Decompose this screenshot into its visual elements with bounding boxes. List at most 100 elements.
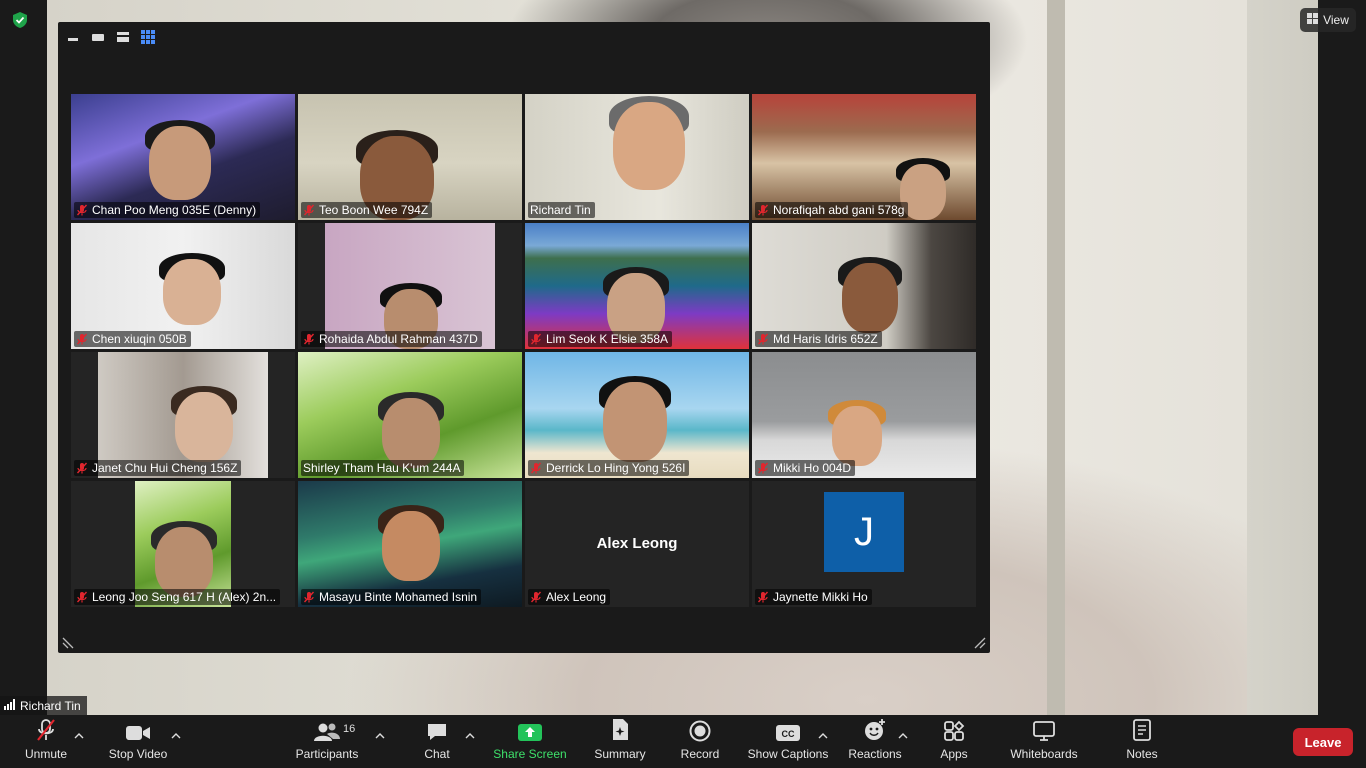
chat-options-chevron-icon[interactable] — [465, 727, 475, 739]
grid-view-icon — [1307, 13, 1319, 27]
participant-face — [175, 392, 233, 462]
apps-button[interactable]: Apps — [934, 715, 974, 768]
closed-captions-icon: CC — [775, 715, 801, 745]
participant-name: Mikki Ho 004D — [773, 461, 852, 475]
participant-name-label: Teo Boon Wee 794Z — [301, 202, 433, 218]
muted-microphone-icon — [757, 204, 769, 216]
chat-label: Chat — [424, 747, 450, 761]
participant-name-label: Chan Poo Meng 035E (Denny) — [74, 202, 261, 218]
participant-name: Leong Joo Seng 617 H (Alex) 2n... — [92, 590, 277, 604]
speaker-thumbnail-icon[interactable] — [91, 30, 105, 44]
participant-name: Chan Poo Meng 035E (Denny) — [92, 203, 257, 217]
participant-tile[interactable]: Chen xiuqin 050B — [71, 223, 295, 349]
participant-tile[interactable]: Norafiqah abd gani 578g — [752, 94, 976, 220]
participant-face — [163, 259, 221, 325]
participant-tile[interactable]: Chan Poo Meng 035E (Denny) — [71, 94, 295, 220]
participant-tile[interactable]: Richard Tin — [525, 94, 749, 220]
participant-tile[interactable]: Shirley Tham Hau K'um 244A — [298, 352, 522, 478]
participant-face — [832, 406, 882, 466]
participant-avatar: J — [824, 492, 904, 572]
participant-tile[interactable]: Derrick Lo Hing Yong 526I — [525, 352, 749, 478]
participant-name-label: Mikki Ho 004D — [755, 460, 856, 476]
audio-options-chevron-icon[interactable] — [74, 727, 84, 739]
participant-name: Chen xiuqin 050B — [92, 332, 187, 346]
whiteboard-icon — [1032, 715, 1056, 745]
participant-tile[interactable]: Leong Joo Seng 617 H (Alex) 2n... — [71, 481, 295, 607]
muted-microphone-icon — [757, 333, 769, 345]
muted-microphone-icon — [530, 462, 542, 474]
reactions-button[interactable]: Reactions — [846, 715, 904, 768]
unmute-button[interactable]: Unmute — [20, 715, 72, 768]
participant-face — [603, 382, 667, 462]
security-shield-icon[interactable] — [11, 11, 29, 29]
muted-microphone-icon — [757, 462, 769, 474]
video-options-chevron-icon[interactable] — [171, 727, 181, 739]
muted-microphone-icon — [76, 591, 88, 603]
view-button[interactable]: View — [1300, 8, 1356, 32]
participant-tile[interactable]: Alex Leong Alex Leong — [525, 481, 749, 607]
participant-name: Teo Boon Wee 794Z — [319, 203, 429, 217]
participants-icon — [313, 715, 341, 745]
participant-tile[interactable]: J Jaynette Mikki Ho — [752, 481, 976, 607]
gallery-view-window[interactable]: Chan Poo Meng 035E (Denny) Teo Boon Wee 7… — [58, 22, 990, 653]
meeting-toolbar: Unmute Stop Video Participants 16 Chat S… — [0, 715, 1366, 768]
muted-microphone-icon — [76, 333, 88, 345]
resize-handle-right-icon[interactable] — [973, 636, 987, 650]
stop-video-button[interactable]: Stop Video — [103, 715, 173, 768]
show-captions-button[interactable]: CC Show Captions — [746, 715, 830, 768]
participant-name-label: Derrick Lo Hing Yong 526I — [528, 460, 690, 476]
participant-name-label: Shirley Tham Hau K'um 244A — [301, 460, 465, 476]
muted-microphone-icon — [76, 204, 88, 216]
share-screen-button[interactable]: Share Screen — [492, 715, 568, 768]
participant-name: Jaynette Mikki Ho — [773, 590, 868, 604]
minimize-icon[interactable] — [66, 30, 80, 44]
whiteboards-label: Whiteboards — [1010, 747, 1078, 761]
participant-tile[interactable]: Teo Boon Wee 794Z — [298, 94, 522, 220]
participant-tile[interactable]: Md Haris Idris 652Z — [752, 223, 976, 349]
gallery-grid-icon[interactable] — [141, 30, 155, 44]
participant-face — [842, 263, 898, 333]
leave-button[interactable]: Leave — [1293, 728, 1353, 756]
participant-tile[interactable]: Rohaida Abdul Rahman 437D — [298, 223, 522, 349]
participants-count: 16 — [343, 723, 356, 735]
show-captions-label: Show Captions — [747, 747, 829, 761]
gallery-layout-toolbar — [66, 28, 155, 46]
muted-microphone-icon — [303, 591, 315, 603]
chat-button[interactable]: Chat — [417, 715, 457, 768]
participant-name-label: Leong Joo Seng 617 H (Alex) 2n... — [74, 589, 281, 605]
summary-button[interactable]: Summary — [590, 715, 650, 768]
captions-options-chevron-icon[interactable] — [818, 727, 828, 739]
resize-handle-left-icon[interactable] — [61, 636, 75, 650]
participant-name-label: Lim Seok K Elsie 358A — [528, 331, 673, 347]
record-button[interactable]: Record — [678, 715, 722, 768]
participant-name: Richard Tin — [530, 203, 591, 217]
participant-face — [382, 511, 440, 581]
muted-microphone-icon — [303, 204, 315, 216]
participant-name-label: Rohaida Abdul Rahman 437D — [301, 331, 482, 347]
participant-name: Alex Leong — [546, 590, 607, 604]
participant-name-label: Md Haris Idris 652Z — [755, 331, 882, 347]
participant-name: Janet Chu Hui Cheng 156Z — [92, 461, 238, 475]
svg-text:CC: CC — [782, 729, 795, 739]
notes-icon — [1132, 715, 1152, 745]
participant-tile[interactable]: Lim Seok K Elsie 358A — [525, 223, 749, 349]
participant-name: Masayu Binte Mohamed Isnin — [319, 590, 478, 604]
whiteboards-button[interactable]: Whiteboards — [1006, 715, 1082, 768]
reactions-options-chevron-icon[interactable] — [898, 727, 908, 739]
participants-options-chevron-icon[interactable] — [375, 727, 385, 739]
participant-name: Norafiqah abd gani 578g — [773, 203, 905, 217]
participant-face — [613, 102, 685, 190]
participant-tile[interactable]: Mikki Ho 004D — [752, 352, 976, 478]
participant-name: Lim Seok K Elsie 358A — [546, 332, 669, 346]
participant-display-name: Alex Leong — [596, 535, 678, 552]
notes-button[interactable]: Notes — [1120, 715, 1164, 768]
apps-label: Apps — [940, 747, 968, 761]
participant-name: Rohaida Abdul Rahman 437D — [319, 332, 478, 346]
participant-tile[interactable]: Masayu Binte Mohamed Isnin — [298, 481, 522, 607]
strip-layout-icon[interactable] — [116, 30, 130, 44]
participant-tile[interactable]: Janet Chu Hui Cheng 156Z — [71, 352, 295, 478]
participant-name-label: Chen xiuqin 050B — [74, 331, 191, 347]
participant-name-label: Janet Chu Hui Cheng 156Z — [74, 460, 242, 476]
summary-document-sparkle-icon — [610, 715, 630, 745]
muted-microphone-icon — [303, 333, 315, 345]
